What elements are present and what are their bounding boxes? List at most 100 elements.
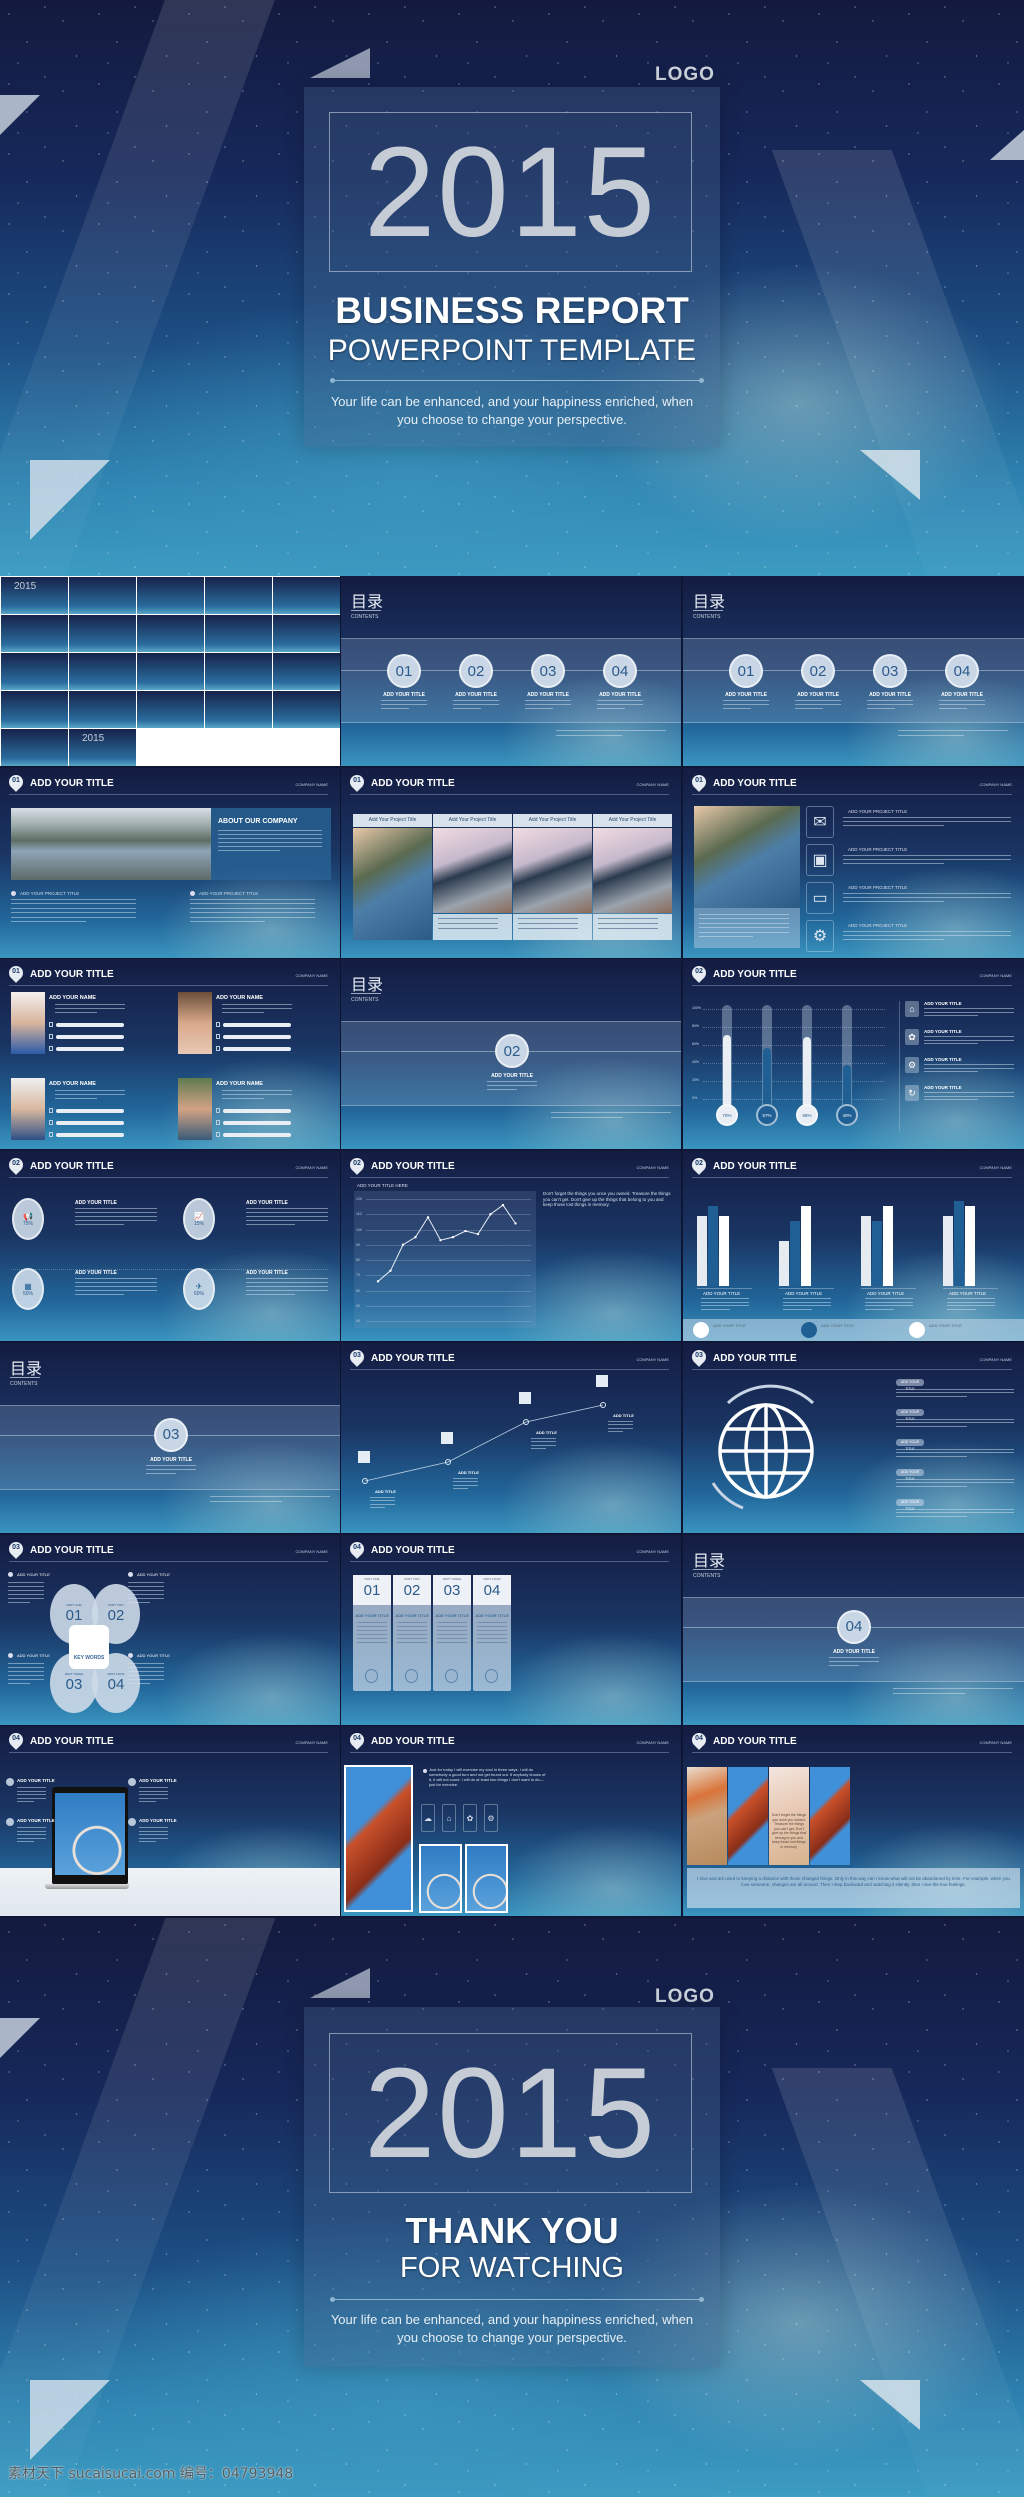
- text-line: [246, 1208, 328, 1210]
- text-line: [438, 922, 498, 924]
- feature-title: ADD YOUR TITLE: [924, 1029, 962, 1035]
- mini-thumbnail[interactable]: [273, 615, 340, 652]
- mini-thumbnail[interactable]: [69, 653, 136, 690]
- skill-icon: [49, 1046, 53, 1052]
- header-divider: [9, 793, 328, 795]
- text-line: [453, 1477, 478, 1479]
- mini-thumbnail[interactable]: [137, 691, 204, 728]
- ending-subtitle: FOR WATCHING: [400, 2252, 624, 2284]
- text-line: [924, 1008, 1014, 1010]
- mini-thumbnail[interactable]: [137, 653, 204, 690]
- text-line: [11, 921, 86, 923]
- header-divider: [9, 1560, 328, 1562]
- text-line: [357, 1629, 387, 1631]
- text-line: [8, 1601, 30, 1603]
- mini-thumbnail[interactable]: [137, 577, 204, 614]
- mini-thumbnail[interactable]: [137, 615, 204, 652]
- text-line: [843, 892, 1011, 894]
- text-line: [75, 1286, 157, 1288]
- card-title: ADD YOUR TITLE: [435, 1612, 469, 1618]
- text-line: [865, 1305, 913, 1307]
- mini-thumbnail[interactable]: [205, 577, 272, 614]
- bar: [861, 1216, 871, 1287]
- text-line: [783, 1301, 831, 1303]
- slide-thumbnail[interactable]: 目录 CONTENTS 01 ADD YOUR TITLE 02 ADD YOUR TIT…: [683, 576, 1024, 767]
- triangle-shard: [0, 2018, 40, 2058]
- slide-thumbnail[interactable]: 01 ADD YOUR TITLE COMPANY NAME ADD YOUR NAM…: [0, 959, 341, 1151]
- text-line: [947, 1301, 995, 1303]
- text-line: [357, 1637, 387, 1639]
- portrait-photo: [178, 1078, 212, 1141]
- company-name: COMPANY NAME: [979, 1740, 1012, 1746]
- slide-thumbnail[interactable]: 2015 2015: [0, 576, 341, 767]
- mini-thumbnail[interactable]: [69, 577, 136, 614]
- skill-icon: [216, 1132, 220, 1138]
- mini-thumbnail[interactable]: [273, 653, 340, 690]
- slide-thumbnail[interactable]: 03ADD YOUR TITLECOMPANY NAMEADD YOUR TIT…: [683, 1342, 1024, 1534]
- slide-thumbnail[interactable]: 01 ADD YOUR TITLE COMPANY NAME ✉ ADD YOUR PR…: [683, 767, 1024, 959]
- slide-thumbnail[interactable]: 02 ADD YOUR TITLE COMPANY NAME ADD YOUR TIT…: [341, 1151, 682, 1343]
- slide-thumbnail[interactable]: 02 ADD YOUR TITLE COMPANY NAME ADD YOUR TIT…: [683, 1151, 1024, 1343]
- text-line: [75, 1278, 157, 1280]
- mini-thumbnail[interactable]: [273, 691, 340, 728]
- cover-tagline: Your life can be enhanced, and your happ…: [330, 394, 694, 427]
- company-name: COMPANY NAME: [295, 973, 328, 979]
- slide-thumbnail[interactable]: 目录 CONTENTS 04 ADD YOUR TITLE: [683, 1534, 1024, 1726]
- slide-thumbnail[interactable]: 目录 CONTENTS 02 ADD YOUR TITLE: [341, 959, 682, 1151]
- slide-thumbnail[interactable]: 目录 CONTENTS 01 ADD YOUR TITLE 02 ADD YOUR TIT…: [341, 576, 682, 767]
- part-label: PART FOUR: [483, 1576, 501, 1581]
- text-line: [843, 816, 1011, 818]
- slide-thumbnail[interactable]: 04 ADD YOUR TITLE COMPANY NAME PART ONE 01 AD…: [341, 1534, 682, 1726]
- mini-thumbnail[interactable]: [1, 653, 68, 690]
- golden-gate-photo: [810, 1767, 850, 1866]
- mini-thumbnail[interactable]: [205, 691, 272, 728]
- item-title: ADD YOUR TITLE: [797, 692, 839, 698]
- bar: [719, 1216, 729, 1287]
- bar-group-divider: [697, 1288, 752, 1290]
- slide-thumbnail[interactable]: 04 ADD YOUR TITLE COMPANY NAME Just for tod…: [341, 1726, 682, 1918]
- mini-thumbnail[interactable]: [69, 615, 136, 652]
- mini-thumbnail[interactable]: [205, 653, 272, 690]
- slide-thumbnail[interactable]: 02 ADD YOUR TITLE COMPANY NAME 100% 80% 60% 40…: [683, 959, 1024, 1151]
- mini-thumbnail[interactable]: [205, 615, 272, 652]
- company-name: COMPANY NAME: [295, 1548, 328, 1554]
- slide-thumbnail[interactable]: 04 ADD YOUR TITLE COMPANY NAME ADD YOUR TIT…: [0, 1726, 341, 1918]
- header-divider: [9, 985, 328, 987]
- item-title: ADD YOUR TITLE: [491, 1073, 533, 1080]
- item-title: ADD YOUR TITLE: [137, 1652, 170, 1658]
- mini-thumbnail[interactable]: [1, 691, 68, 728]
- slide-thumbnail[interactable]: 02 ADD YOUR TITLE COMPANY NAME 📢 75% ADD YOUR…: [0, 1151, 341, 1343]
- slide-thumbnail[interactable]: 04 ADD YOUR TITLE COMPANY NAME Don't forget…: [683, 1726, 1024, 1918]
- contents-number-circle: 04: [603, 654, 637, 688]
- mini-thumbnail[interactable]: [1, 729, 68, 766]
- ferris-wheel-photo: [421, 1846, 460, 1912]
- slide-thumbnail[interactable]: 03 ADD YOUR TITLE COMPANY NAME ADD TITLE ADD…: [341, 1342, 682, 1534]
- slide-thumbnail[interactable]: 01 ADD YOUR TITLE COMPANY NAME ABOUT OUR CO…: [0, 767, 341, 959]
- slide-thumbnail[interactable]: 03 ADD YOUR TITLE COMPANY NAME PART ONE 01 PA…: [0, 1534, 341, 1726]
- mini-thumbnail[interactable]: [69, 691, 136, 728]
- text-line: [597, 704, 643, 705]
- slide-thumbnail[interactable]: 01 ADD YOUR TITLE COMPANY NAME Add Your Pro…: [341, 767, 682, 959]
- milestone-title: ADD TITLE: [458, 1469, 479, 1475]
- mini-thumbnail[interactable]: [1, 615, 68, 652]
- mini-thumbnail[interactable]: [273, 577, 340, 614]
- percent-label: 15%: [193, 1220, 204, 1227]
- part-number: 02: [107, 1607, 125, 1624]
- text-line: [55, 1008, 125, 1010]
- text-line: [397, 1625, 427, 1627]
- band-title: ADD YOUR TITLE: [929, 1323, 962, 1329]
- text-line: [843, 900, 944, 902]
- text-line: [397, 1621, 427, 1623]
- text-line: [939, 704, 985, 705]
- text-line: [246, 1294, 296, 1296]
- skill-bar: [56, 1047, 124, 1052]
- text-line: [55, 1094, 125, 1096]
- text-line: [246, 1286, 328, 1288]
- laptop-icon: ▭: [806, 881, 834, 914]
- text-line: [896, 1388, 1014, 1390]
- text-line: [896, 1482, 1014, 1484]
- part-number: 02: [403, 1581, 421, 1599]
- text-line: [865, 1301, 913, 1303]
- slide-thumbnail[interactable]: 目录 CONTENTS 03 ADD YOUR TITLE: [0, 1342, 341, 1534]
- text-line: [8, 1585, 44, 1587]
